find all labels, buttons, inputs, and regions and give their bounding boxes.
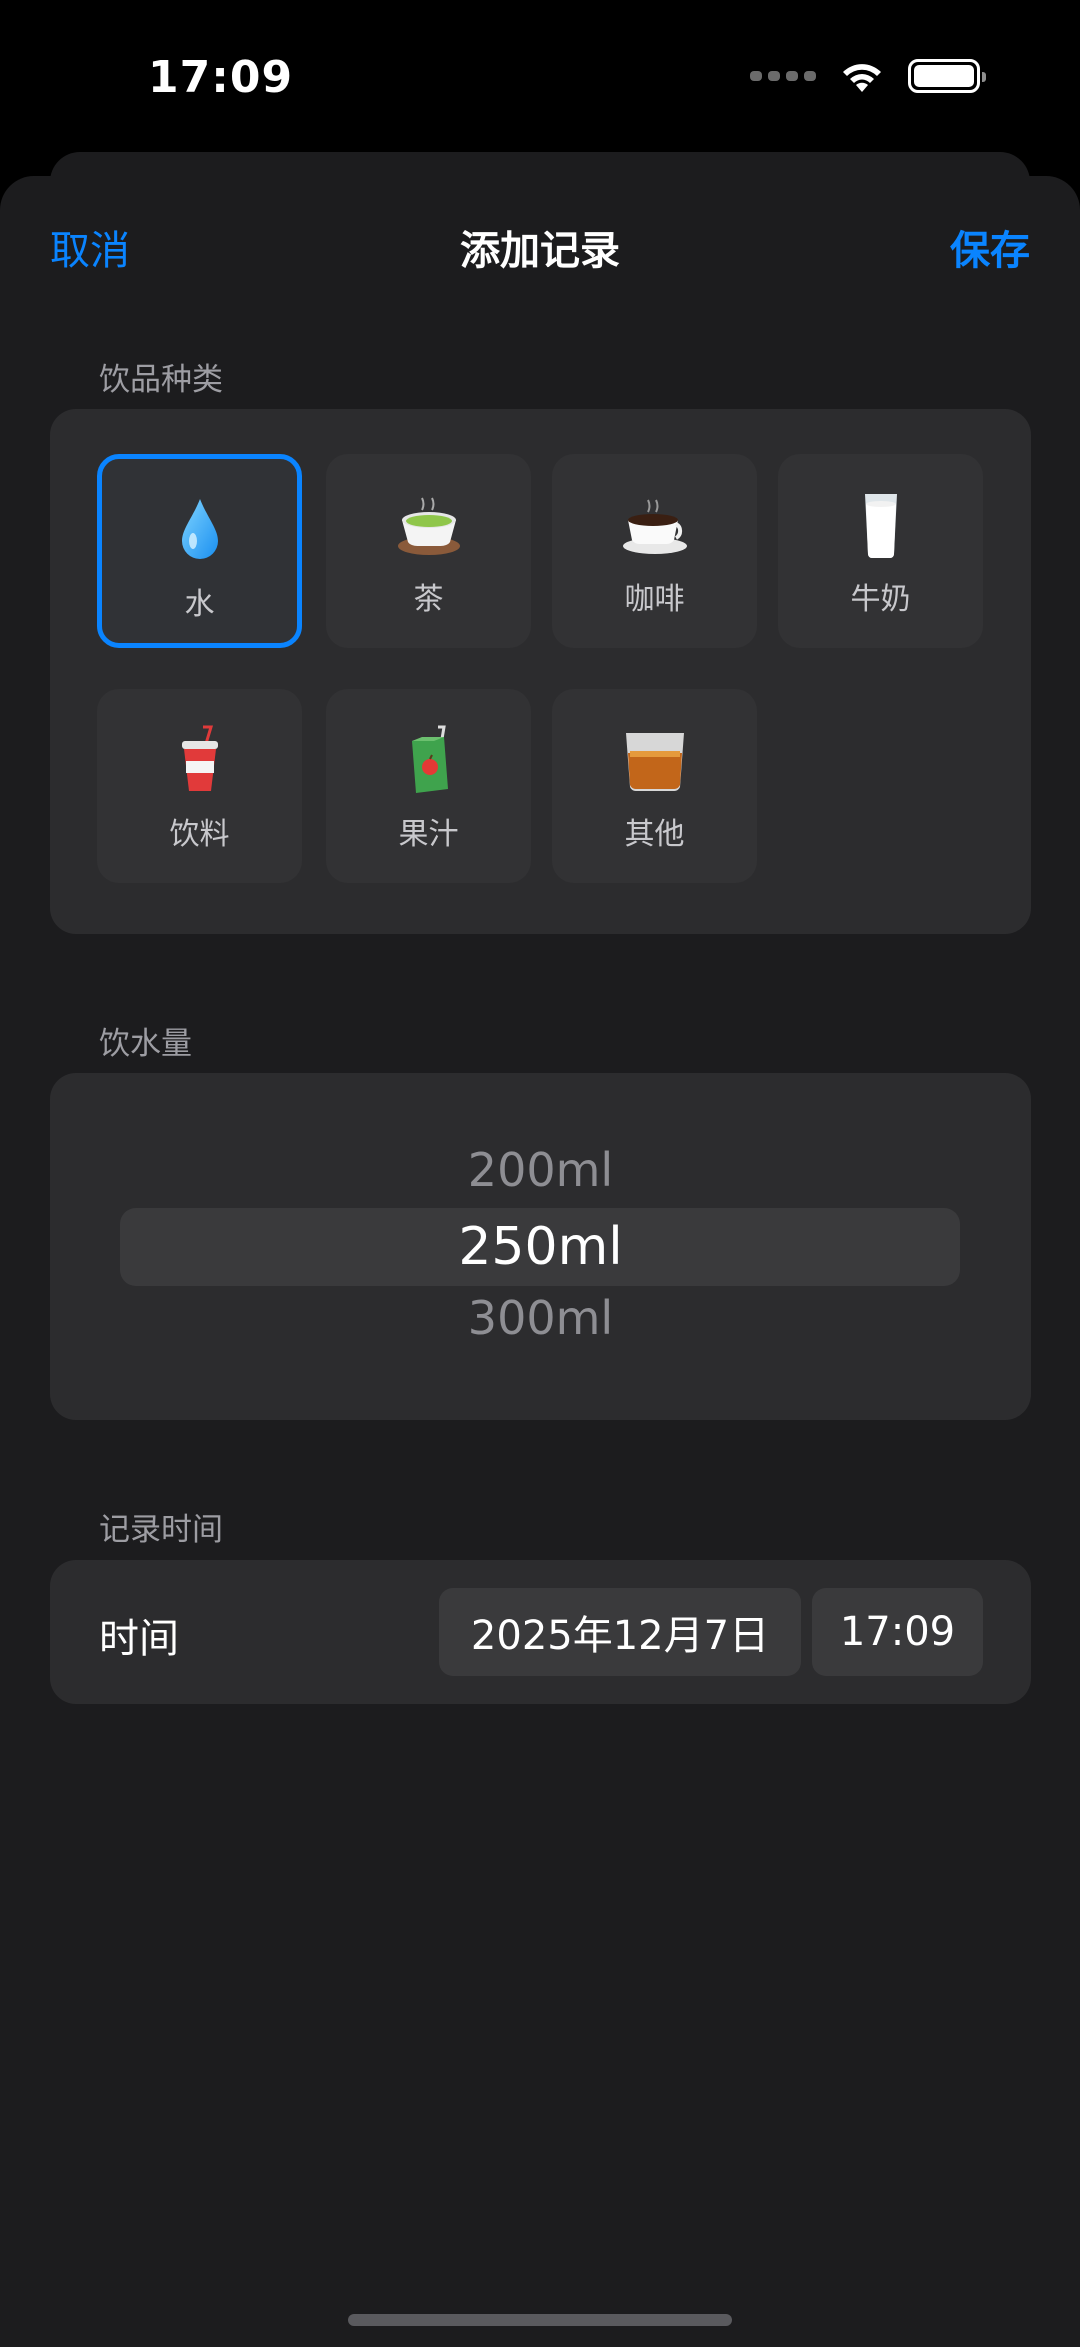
- battery-icon: [908, 59, 986, 93]
- status-bar: 17:09: [0, 0, 1080, 150]
- cellular-signal-icon: [750, 71, 816, 81]
- coffee-icon: [622, 499, 687, 554]
- drink-option-other[interactable]: 其他: [552, 689, 757, 883]
- time-row-label: 时间: [99, 1616, 179, 1662]
- amount-picker[interactable]: ····· 200ml 250ml 300ml: [50, 1073, 1031, 1420]
- wifi-icon: [838, 58, 886, 94]
- drink-option-milk[interactable]: 牛奶: [778, 454, 983, 648]
- milk-icon: [864, 494, 897, 558]
- drink-option-coffee[interactable]: 咖啡: [552, 454, 757, 648]
- juice-box-icon: [411, 725, 448, 793]
- picker-option-300[interactable]: 300ml: [50, 1291, 1031, 1345]
- page-title: 添加记录: [460, 228, 620, 274]
- drink-label-other: 其他: [624, 817, 685, 852]
- drink-label-milk: 牛奶: [850, 582, 911, 617]
- navigation-bar: 取消 添加记录 保存: [0, 176, 1080, 316]
- time-card: 时间 2025年12月7日 17:09: [50, 1560, 1031, 1704]
- drink-option-tea[interactable]: 茶: [326, 454, 531, 648]
- water-drop-icon: [181, 499, 218, 559]
- record-time-label: 记录时间: [99, 1512, 223, 1548]
- drink-option-soda[interactable]: 饮料: [97, 689, 302, 883]
- drink-label-tea: 茶: [413, 582, 444, 617]
- picker-option-200[interactable]: 200ml: [50, 1143, 1031, 1197]
- drink-label-coffee: 咖啡: [624, 582, 685, 617]
- drink-option-juice[interactable]: 果汁: [326, 689, 531, 883]
- picker-faint-top: ·····: [50, 1109, 1031, 1121]
- save-button[interactable]: 保存: [950, 218, 1030, 276]
- whisky-glass-icon: [625, 733, 684, 792]
- add-record-sheet: 取消 添加记录 保存 饮品种类 水 茶 咖啡 牛奶 饮料 果汁 其他 饮水量 2…: [0, 176, 1080, 2347]
- date-picker-button[interactable]: 2025年12月7日: [439, 1588, 801, 1676]
- home-indicator: [348, 2314, 732, 2326]
- status-time: 17:09: [148, 52, 294, 103]
- drink-option-water[interactable]: 水: [97, 454, 302, 648]
- soda-cup-icon: [181, 725, 218, 791]
- amount-label: 饮水量: [99, 1026, 192, 1062]
- time-picker-button[interactable]: 17:09: [812, 1588, 983, 1676]
- drink-label-water: 水: [184, 587, 215, 622]
- drink-type-label: 饮品种类: [99, 362, 223, 398]
- tea-icon: [397, 497, 460, 555]
- drink-label-soda: 饮料: [169, 817, 230, 852]
- status-icons: [750, 58, 986, 94]
- drink-label-juice: 果汁: [398, 817, 459, 852]
- drink-type-card: 水 茶 咖啡 牛奶 饮料 果汁 其他: [50, 409, 1031, 934]
- picker-option-250-selected[interactable]: 250ml: [50, 1217, 1031, 1277]
